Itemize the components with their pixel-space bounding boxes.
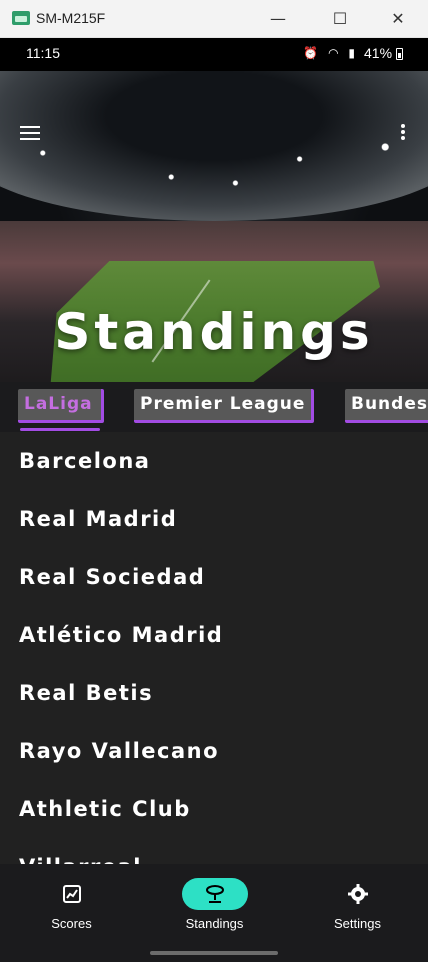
list-item[interactable]: Athletic Club <box>0 780 428 838</box>
stadium-lights <box>0 141 428 201</box>
battery-icon <box>396 48 403 60</box>
close-button[interactable]: ✕ <box>386 7 410 31</box>
list-item[interactable]: Real Madrid <box>0 490 428 548</box>
nav-scores[interactable]: Scores <box>0 864 143 946</box>
nav-label: Standings <box>185 916 244 931</box>
nav-icon-container <box>325 878 391 910</box>
tab-premier-league[interactable]: Premier League <box>134 389 314 423</box>
tab-laliga[interactable]: LaLiga <box>18 389 104 423</box>
minimize-button[interactable]: — <box>266 7 290 31</box>
menu-icon[interactable] <box>20 126 40 142</box>
scores-icon <box>62 885 81 903</box>
status-time: 11:15 <box>26 45 60 61</box>
app-icon <box>12 11 30 25</box>
nav-icon-container <box>39 878 105 910</box>
nav-label: Settings <box>334 916 381 931</box>
page-title: Standings <box>54 303 374 361</box>
list-item[interactable]: Atlético Madrid <box>0 606 428 664</box>
wifi-icon: ◠ <box>328 46 342 60</box>
status-bar: 11:15 ⏰ ◠ ▮ 41% <box>0 38 428 71</box>
window-titlebar: SM-M215F — ☐ ✕ <box>0 0 428 38</box>
league-tabs: LaLiga Premier League Bundes <box>0 382 428 432</box>
bottom-navigation: Scores Standings Settings <box>0 864 428 946</box>
nav-settings[interactable]: Settings <box>286 864 428 946</box>
status-icons: ⏰ ◠ ▮ <box>303 46 358 60</box>
list-item[interactable]: Villarreal <box>0 838 428 864</box>
tab-bundesliga[interactable]: Bundes <box>345 389 428 423</box>
list-item[interactable]: Real Betis <box>0 664 428 722</box>
phone-screen: 11:15 ⏰ ◠ ▮ 41% Standings LaLiga Premier… <box>0 38 428 962</box>
nav-standings[interactable]: Standings <box>143 864 286 946</box>
battery-percent: 41% <box>364 45 393 61</box>
nav-icon-container-active <box>181 878 248 910</box>
list-item[interactable]: Rayo Vallecano <box>0 722 428 780</box>
active-tab-indicator <box>20 428 100 431</box>
gear-icon <box>347 884 368 904</box>
window-title: SM-M215F <box>36 10 106 26</box>
maximize-button[interactable]: ☐ <box>328 7 352 31</box>
team-list: Barcelona Real Madrid Real Sociedad Atlé… <box>0 432 428 864</box>
alarm-icon: ⏰ <box>303 46 322 60</box>
more-options-icon[interactable] <box>398 124 408 144</box>
standings-icon <box>205 885 224 903</box>
list-item[interactable]: Real Sociedad <box>0 548 428 606</box>
home-indicator[interactable] <box>150 951 278 955</box>
list-item[interactable]: Barcelona <box>0 432 428 490</box>
hero-image: Standings <box>0 71 428 382</box>
signal-icon: ▮ <box>348 46 358 60</box>
nav-label: Scores <box>51 916 92 931</box>
